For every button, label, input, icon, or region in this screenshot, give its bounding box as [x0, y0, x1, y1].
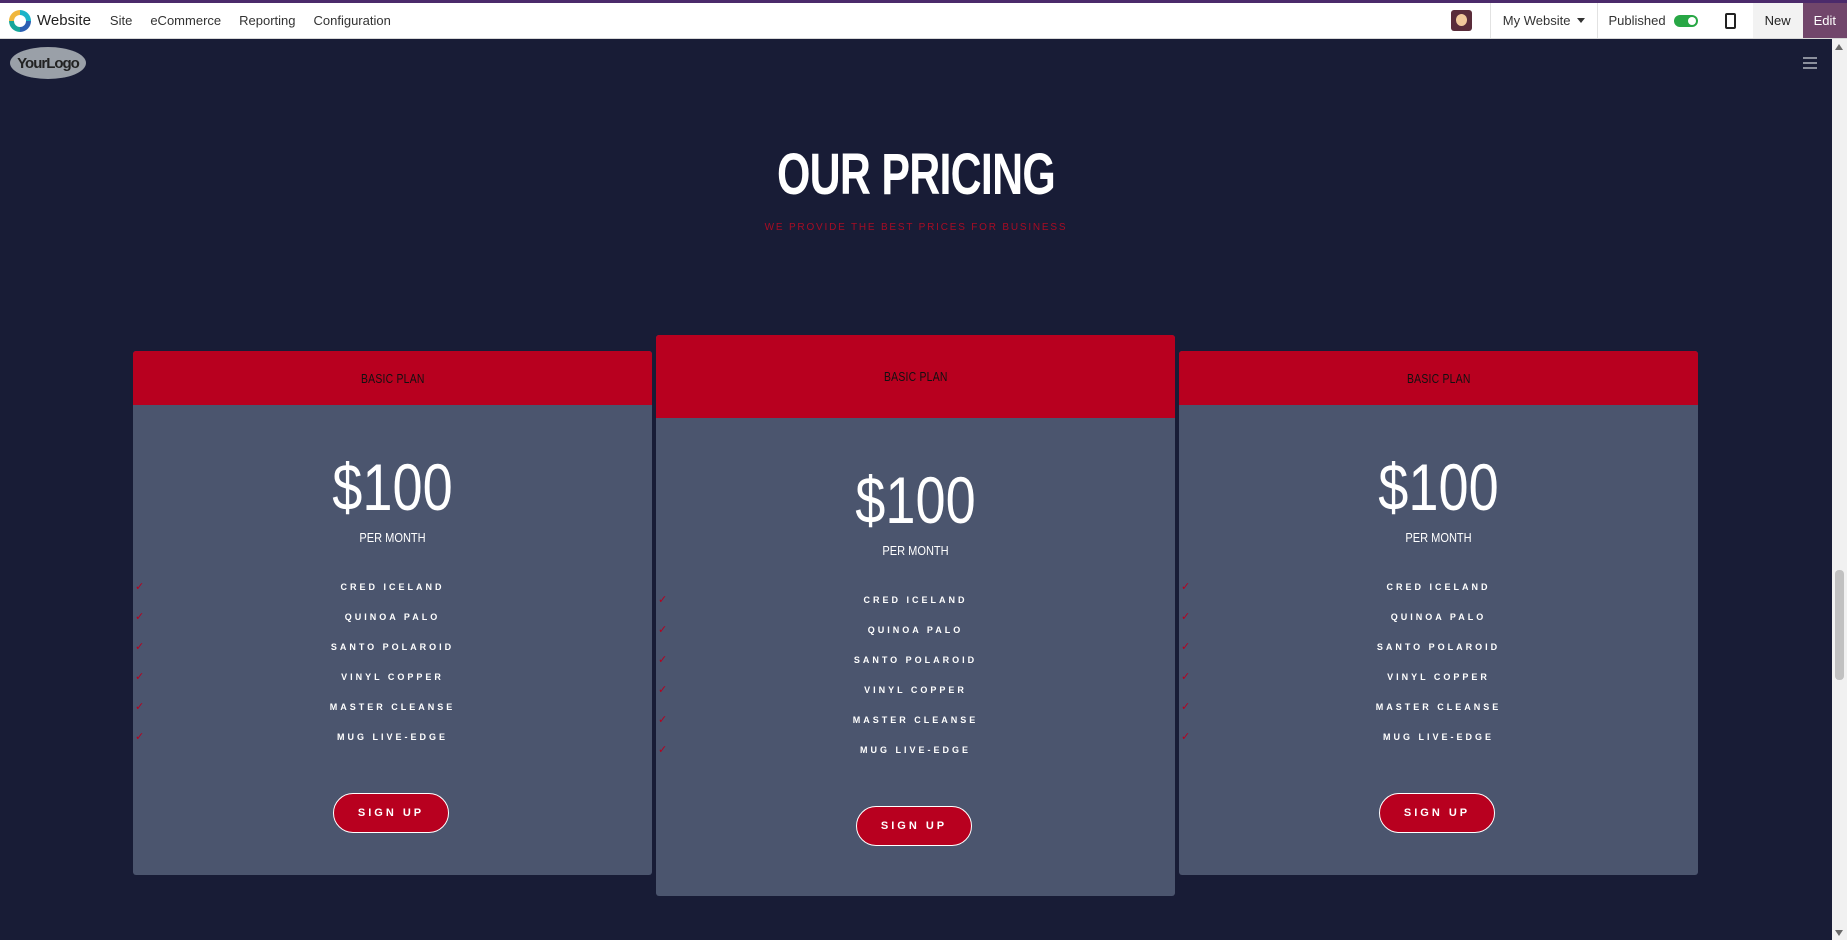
- check-icon: ✓: [1181, 731, 1191, 743]
- check-icon: ✓: [658, 654, 668, 666]
- check-icon: ✓: [658, 684, 668, 696]
- pricing-card: BASIC PLAN $100 PER MONTH ✓ CRED ICELAND …: [133, 351, 652, 875]
- caret-down-icon: [1577, 18, 1586, 23]
- plan-period: PER MONTH: [359, 530, 426, 545]
- website-selector-label: My Website: [1502, 13, 1571, 28]
- feature-list: ✓ CRED ICELAND ✓ QUINOA PALO ✓ SANTO POLARO…: [656, 585, 1175, 765]
- feature-item: ✓ QUINOA PALO: [1179, 602, 1698, 632]
- toggle-switch-icon[interactable]: [1673, 14, 1698, 27]
- plan-period: PER MONTH: [882, 543, 949, 558]
- app-name: Website: [37, 12, 91, 29]
- feature-item: ✓ MUG LIVE-EDGE: [656, 735, 1175, 765]
- website-app-icon: [9, 9, 31, 32]
- check-icon: ✓: [658, 624, 668, 636]
- scroll-down-arrow-icon[interactable]: [1835, 930, 1843, 936]
- plan-name: BASIC PLAN: [360, 370, 425, 386]
- sign-up-button[interactable]: SIGN UP: [856, 806, 972, 846]
- feature-item: ✓ SANTO POLAROID: [133, 632, 652, 662]
- logo-badge: YourLogo: [10, 47, 86, 79]
- pricing-card: BASIC PLAN $100 PER MONTH ✓ CRED ICELAND …: [1179, 351, 1698, 875]
- menu-configuration[interactable]: Configuration: [305, 13, 400, 28]
- navbar-right: My Website Published New Edit: [1450, 3, 1847, 38]
- check-icon: ✓: [1181, 641, 1191, 653]
- section-subtitle: WE PROVIDE THE BEST PRICES FOR BUSINESS: [764, 222, 1068, 233]
- scroll-up-arrow-icon[interactable]: [1835, 44, 1843, 50]
- card-header: BASIC PLAN: [656, 335, 1175, 418]
- check-icon: ✓: [1181, 581, 1191, 593]
- menu-site[interactable]: Site: [101, 13, 141, 28]
- published-toggle[interactable]: Published: [1598, 13, 1707, 28]
- site-logo[interactable]: YourLogo: [10, 47, 86, 79]
- app-brand[interactable]: Website: [9, 9, 91, 32]
- check-icon: ✓: [1181, 701, 1191, 713]
- mobile-phone-icon: [1724, 12, 1736, 29]
- feature-item: ✓ MASTER CLEANSE: [1179, 692, 1698, 722]
- check-icon: ✓: [135, 611, 145, 623]
- edit-button[interactable]: Edit: [1802, 3, 1847, 38]
- plan-name: BASIC PLAN: [1406, 370, 1471, 386]
- user-avatar[interactable]: [1450, 10, 1472, 31]
- check-icon: ✓: [135, 731, 145, 743]
- hamburger-menu-icon[interactable]: [1803, 57, 1817, 69]
- feature-item: ✓ QUINOA PALO: [133, 602, 652, 632]
- feature-item: ✓ VINYL COPPER: [656, 675, 1175, 705]
- menu-ecommerce[interactable]: eCommerce: [141, 13, 230, 28]
- card-header: BASIC PLAN: [1179, 351, 1698, 405]
- published-label: Published: [1608, 13, 1666, 28]
- website-selector[interactable]: My Website: [1491, 13, 1598, 28]
- feature-item: ✓ CRED ICELAND: [133, 572, 652, 602]
- logo-text: YourLogo: [17, 54, 80, 72]
- feature-item: ✓ SANTO POLAROID: [656, 645, 1175, 675]
- scrollbar-thumb[interactable]: [1835, 570, 1844, 680]
- mobile-preview-button[interactable]: [1708, 3, 1753, 38]
- feature-list: ✓ CRED ICELAND ✓ QUINOA PALO ✓ SANTO POLARO…: [1179, 572, 1698, 752]
- check-icon: ✓: [135, 701, 145, 713]
- feature-item: ✓ MUG LIVE-EDGE: [1179, 722, 1698, 752]
- card-header: BASIC PLAN: [133, 351, 652, 405]
- plan-price: $100: [332, 450, 453, 524]
- feature-item: ✓ VINYL COPPER: [1179, 662, 1698, 692]
- page-scrollbar[interactable]: [1832, 39, 1847, 940]
- feature-item: ✓ QUINOA PALO: [656, 615, 1175, 645]
- section-title: OUR PRICING: [776, 142, 1056, 207]
- check-icon: ✓: [1181, 611, 1191, 623]
- feature-item: ✓ MASTER CLEANSE: [133, 692, 652, 722]
- plan-name: BASIC PLAN: [883, 369, 948, 384]
- menu-reporting[interactable]: Reporting: [230, 13, 304, 28]
- pricing-card-featured: BASIC PLAN $100 PER MONTH ✓ CRED ICELAND …: [656, 335, 1175, 896]
- feature-list: ✓ CRED ICELAND ✓ QUINOA PALO ✓ SANTO POLARO…: [133, 572, 652, 752]
- check-icon: ✓: [658, 714, 668, 726]
- plan-price: $100: [855, 463, 976, 537]
- plan-period: PER MONTH: [1405, 530, 1472, 545]
- new-button[interactable]: New: [1752, 3, 1803, 38]
- check-icon: ✓: [658, 594, 668, 606]
- check-icon: ✓: [135, 671, 145, 683]
- check-icon: ✓: [1181, 671, 1191, 683]
- admin-navbar: Website Site eCommerce Reporting Configu…: [0, 0, 1847, 39]
- feature-item: ✓ MUG LIVE-EDGE: [133, 722, 652, 752]
- feature-item: ✓ MASTER CLEANSE: [656, 705, 1175, 735]
- check-icon: ✓: [135, 641, 145, 653]
- feature-item: ✓ VINYL COPPER: [133, 662, 652, 692]
- check-icon: ✓: [658, 744, 668, 756]
- plan-price: $100: [1378, 450, 1499, 524]
- feature-item: ✓ CRED ICELAND: [656, 585, 1175, 615]
- feature-item: ✓ CRED ICELAND: [1179, 572, 1698, 602]
- feature-item: ✓ SANTO POLAROID: [1179, 632, 1698, 662]
- sign-up-button[interactable]: SIGN UP: [333, 793, 449, 833]
- check-icon: ✓: [135, 581, 145, 593]
- sign-up-button[interactable]: SIGN UP: [1379, 793, 1495, 833]
